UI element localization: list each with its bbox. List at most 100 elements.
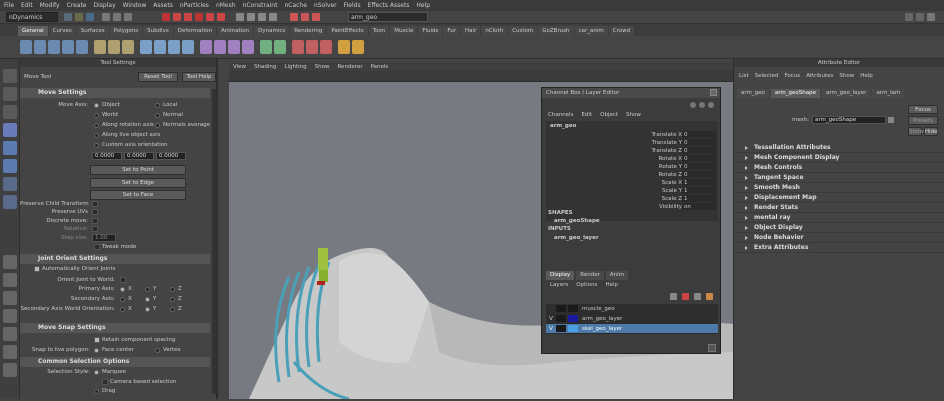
sidebar-toggle-icon[interactable] <box>905 13 913 21</box>
channel-value[interactable]: 1 <box>682 195 716 202</box>
new-layer-icon[interactable] <box>670 293 677 300</box>
shelf-tab[interactable]: Toon <box>368 26 390 36</box>
vp-menu-shading[interactable]: Shading <box>254 64 276 70</box>
layer-visibility[interactable]: V <box>546 326 556 332</box>
radio-rotation-axis[interactable] <box>94 123 99 128</box>
render-settings-icon[interactable] <box>312 13 320 21</box>
cone-icon[interactable] <box>62 40 74 54</box>
radio-local[interactable] <box>155 103 160 108</box>
ae-tab[interactable]: arm_lam <box>872 89 905 98</box>
hide-button[interactable]: Hide <box>924 127 938 136</box>
shelf-tab-general[interactable]: General <box>18 26 48 36</box>
secworld-y-radio[interactable] <box>145 307 150 312</box>
channel-value[interactable]: 1 <box>682 179 716 186</box>
cb-menu-show[interactable]: Show <box>626 112 641 118</box>
mode-dropdown[interactable]: nDynamics <box>6 12 58 22</box>
set-to-face-button[interactable]: Set to Face <box>90 190 186 200</box>
ae-tab-active[interactable]: arm_geoShape <box>770 89 820 98</box>
ae-menu-show[interactable]: Show <box>839 73 854 79</box>
vp-menu-show[interactable]: Show <box>315 64 330 70</box>
render-icon[interactable] <box>290 13 298 21</box>
primary-z-radio[interactable] <box>170 287 175 292</box>
menu-display[interactable]: Display <box>94 2 116 9</box>
shelf-tab[interactable]: Custom <box>508 26 538 36</box>
menu-ncache[interactable]: nCache <box>284 2 306 9</box>
cube-icon[interactable] <box>34 40 46 54</box>
ae-section[interactable]: mental ray <box>734 213 944 223</box>
menu-file[interactable]: File <box>4 2 14 9</box>
shelf-tab[interactable]: Hair <box>461 26 481 36</box>
layer-tab-render[interactable]: Render <box>576 271 604 280</box>
retain-spacing-checkbox[interactable] <box>94 337 100 343</box>
ae-section[interactable]: Mesh Controls <box>734 163 944 173</box>
axis-x-field[interactable]: 0.0000 <box>92 152 122 160</box>
snap-plane-icon[interactable] <box>269 13 277 21</box>
ae-tab[interactable]: arm_geo <box>737 89 769 98</box>
shelf-tab[interactable]: nCloth <box>481 26 508 36</box>
menu-nsolver[interactable]: nSolver <box>314 2 337 9</box>
secworld-x-radio[interactable] <box>120 307 125 312</box>
shelf-tab[interactable]: Fluids <box>418 26 443 36</box>
snap-curve-icon[interactable] <box>247 13 255 21</box>
layer-icon[interactable] <box>682 293 689 300</box>
shape-name[interactable]: arm_geoShape <box>554 218 600 224</box>
layer-visibility[interactable]: V <box>546 316 556 322</box>
menu-effects-assets[interactable]: Effects Assets <box>368 2 410 9</box>
layer-row-selected[interactable]: V skel_geo_layer <box>546 324 718 334</box>
shelf-tab[interactable]: Polygons <box>109 26 143 36</box>
shelf-tab[interactable]: Muscle <box>390 26 418 36</box>
layout-icon[interactable] <box>3 309 17 323</box>
layer-name[interactable]: muscle_geo <box>582 306 615 312</box>
go-to-output-icon[interactable] <box>888 117 894 123</box>
discrete-move-checkbox[interactable] <box>92 218 98 224</box>
close-icon[interactable] <box>710 89 717 96</box>
channel-row[interactable]: Rotate Z0 <box>586 171 716 179</box>
last-tool-icon[interactable] <box>3 195 17 209</box>
channel-row[interactable]: Translate Z0 <box>586 147 716 155</box>
ae-section[interactable]: Tangent Space <box>734 173 944 183</box>
layer-color-swatch[interactable] <box>556 305 566 312</box>
tweak-mode-checkbox[interactable] <box>94 244 100 250</box>
ae-section[interactable]: Extra Attributes <box>734 243 944 253</box>
select-object-icon[interactable] <box>113 13 121 21</box>
channel-icon[interactable] <box>699 102 705 108</box>
subdiv-icon[interactable] <box>108 40 120 54</box>
sidebar-toggle-icon[interactable] <box>916 13 924 21</box>
channel-value[interactable]: 0 <box>682 171 716 178</box>
layout-four-icon[interactable] <box>3 273 17 287</box>
render-shelf-icon[interactable] <box>306 40 318 54</box>
mask-icon[interactable] <box>173 13 181 21</box>
vp-menu-panels[interactable]: Panels <box>371 64 389 70</box>
ae-section[interactable]: Displacement Map <box>734 193 944 203</box>
vp-menu-lighting[interactable]: Lighting <box>284 64 306 70</box>
snap-grid-icon[interactable] <box>236 13 244 21</box>
shelf-tab[interactable]: Rendering <box>290 26 327 36</box>
secondary-y-radio[interactable] <box>145 297 150 302</box>
channel-icon[interactable] <box>708 102 714 108</box>
shelf-tab[interactable]: Dynamics <box>254 26 290 36</box>
lasso-tool-icon[interactable] <box>3 87 17 101</box>
layer-color-swatch[interactable] <box>556 325 566 332</box>
shelf-tab[interactable]: Crowd <box>608 26 635 36</box>
face-center-radio[interactable] <box>94 348 99 353</box>
shelf-tab[interactable]: GoZBrush <box>538 26 574 36</box>
deformer-icon[interactable] <box>242 40 254 54</box>
channel-icon[interactable] <box>690 102 696 108</box>
set-to-edge-button[interactable]: Set to Edge <box>90 178 186 188</box>
secondary-z-radio[interactable] <box>170 297 175 302</box>
drag-radio[interactable] <box>94 389 99 394</box>
channel-row[interactable]: Rotate X0 <box>586 155 716 163</box>
paint-icon[interactable] <box>352 40 364 54</box>
layout-icon[interactable] <box>3 327 17 341</box>
ae-section[interactable]: Tessellation Attributes <box>734 143 944 153</box>
cb-menu-channels[interactable]: Channels <box>548 112 573 118</box>
tool-help-button[interactable]: Tool Help <box>182 72 216 82</box>
move-settings-section[interactable]: Move Settings <box>20 88 210 98</box>
sidebar-toggle-icon[interactable] <box>927 13 935 21</box>
shelf-tab[interactable]: PaintEffects <box>327 26 368 36</box>
select-tool-icon[interactable] <box>3 69 17 83</box>
axis-z-field[interactable]: 0.0000 <box>156 152 186 160</box>
menu-fields[interactable]: Fields <box>344 2 361 9</box>
preserve-uvs-checkbox[interactable] <box>92 209 98 215</box>
layout-icon[interactable] <box>3 363 17 377</box>
